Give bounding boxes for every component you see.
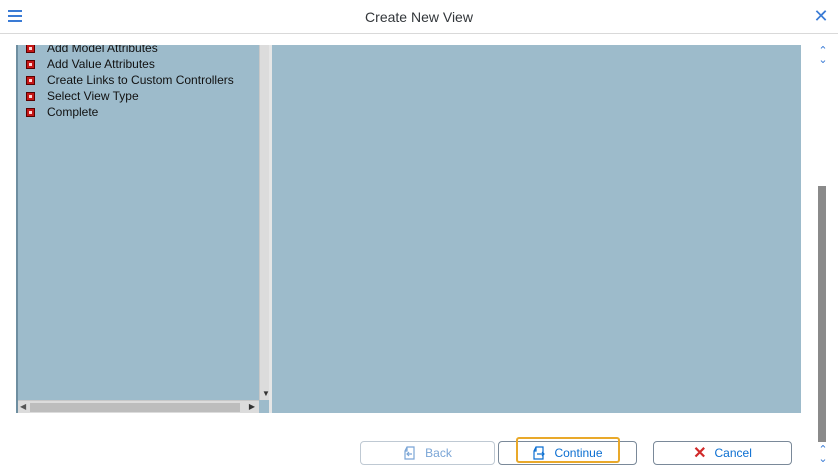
roadmap-pane: Add Model Attributes Add Value Attribute… (16, 45, 272, 413)
back-button[interactable]: Back (360, 441, 495, 465)
close-icon[interactable]: ✕ (812, 7, 830, 25)
scroll-right-arrow-icon[interactable]: ▶ (249, 402, 255, 411)
continue-label: Continue (554, 446, 603, 460)
cancel-label: Cancel (714, 446, 752, 460)
page-scroll-down-icon[interactable]: ⌃ ⌄ (816, 445, 830, 465)
red-step-icon (26, 59, 35, 69)
title-bar: Create New View ✕ (0, 0, 838, 34)
back-page-icon (403, 446, 417, 460)
x-icon: ✕ (693, 445, 707, 462)
scroll-left-arrow-icon[interactable]: ◀ (20, 402, 26, 411)
roadmap-horizontal-scrollbar[interactable]: ◀ ▶ (18, 400, 259, 413)
step-label: Create Links to Custom Controllers (47, 73, 234, 87)
step-label: Add Value Attributes (47, 57, 155, 71)
step-content-pane (272, 45, 801, 413)
step-label: Complete (47, 105, 99, 119)
content-area: Add Model Attributes Add Value Attribute… (16, 45, 801, 413)
step-item-complete[interactable]: Complete (26, 104, 234, 120)
red-step-icon (26, 107, 35, 117)
step-item-value-attributes[interactable]: Add Value Attributes (26, 56, 234, 72)
step-item-view-type[interactable]: Select View Type (26, 88, 234, 104)
page-scroll-up-icon[interactable]: ⌃ ⌄ (816, 46, 830, 66)
horizontal-scroll-thumb[interactable] (30, 403, 240, 412)
step-list: Add Model Attributes Add Value Attribute… (26, 45, 234, 120)
step-item-custom-controllers[interactable]: Create Links to Custom Controllers (26, 72, 234, 88)
red-step-icon (26, 45, 35, 53)
step-item-model-attributes[interactable]: Add Model Attributes (26, 45, 234, 56)
step-label: Add Model Attributes (47, 45, 158, 55)
continue-page-icon (532, 446, 546, 460)
continue-button[interactable]: Continue (498, 441, 637, 465)
step-label: Select View Type (47, 89, 139, 103)
red-step-icon (26, 91, 35, 101)
page-scroll-thumb[interactable] (818, 186, 826, 442)
back-label: Back (425, 446, 452, 460)
red-step-icon (26, 75, 35, 85)
create-new-view-dialog: Create New View ✕ Add Model Attributes A… (0, 0, 838, 465)
cancel-button[interactable]: ✕ Cancel (653, 441, 792, 465)
dialog-title: Create New View (365, 9, 473, 25)
